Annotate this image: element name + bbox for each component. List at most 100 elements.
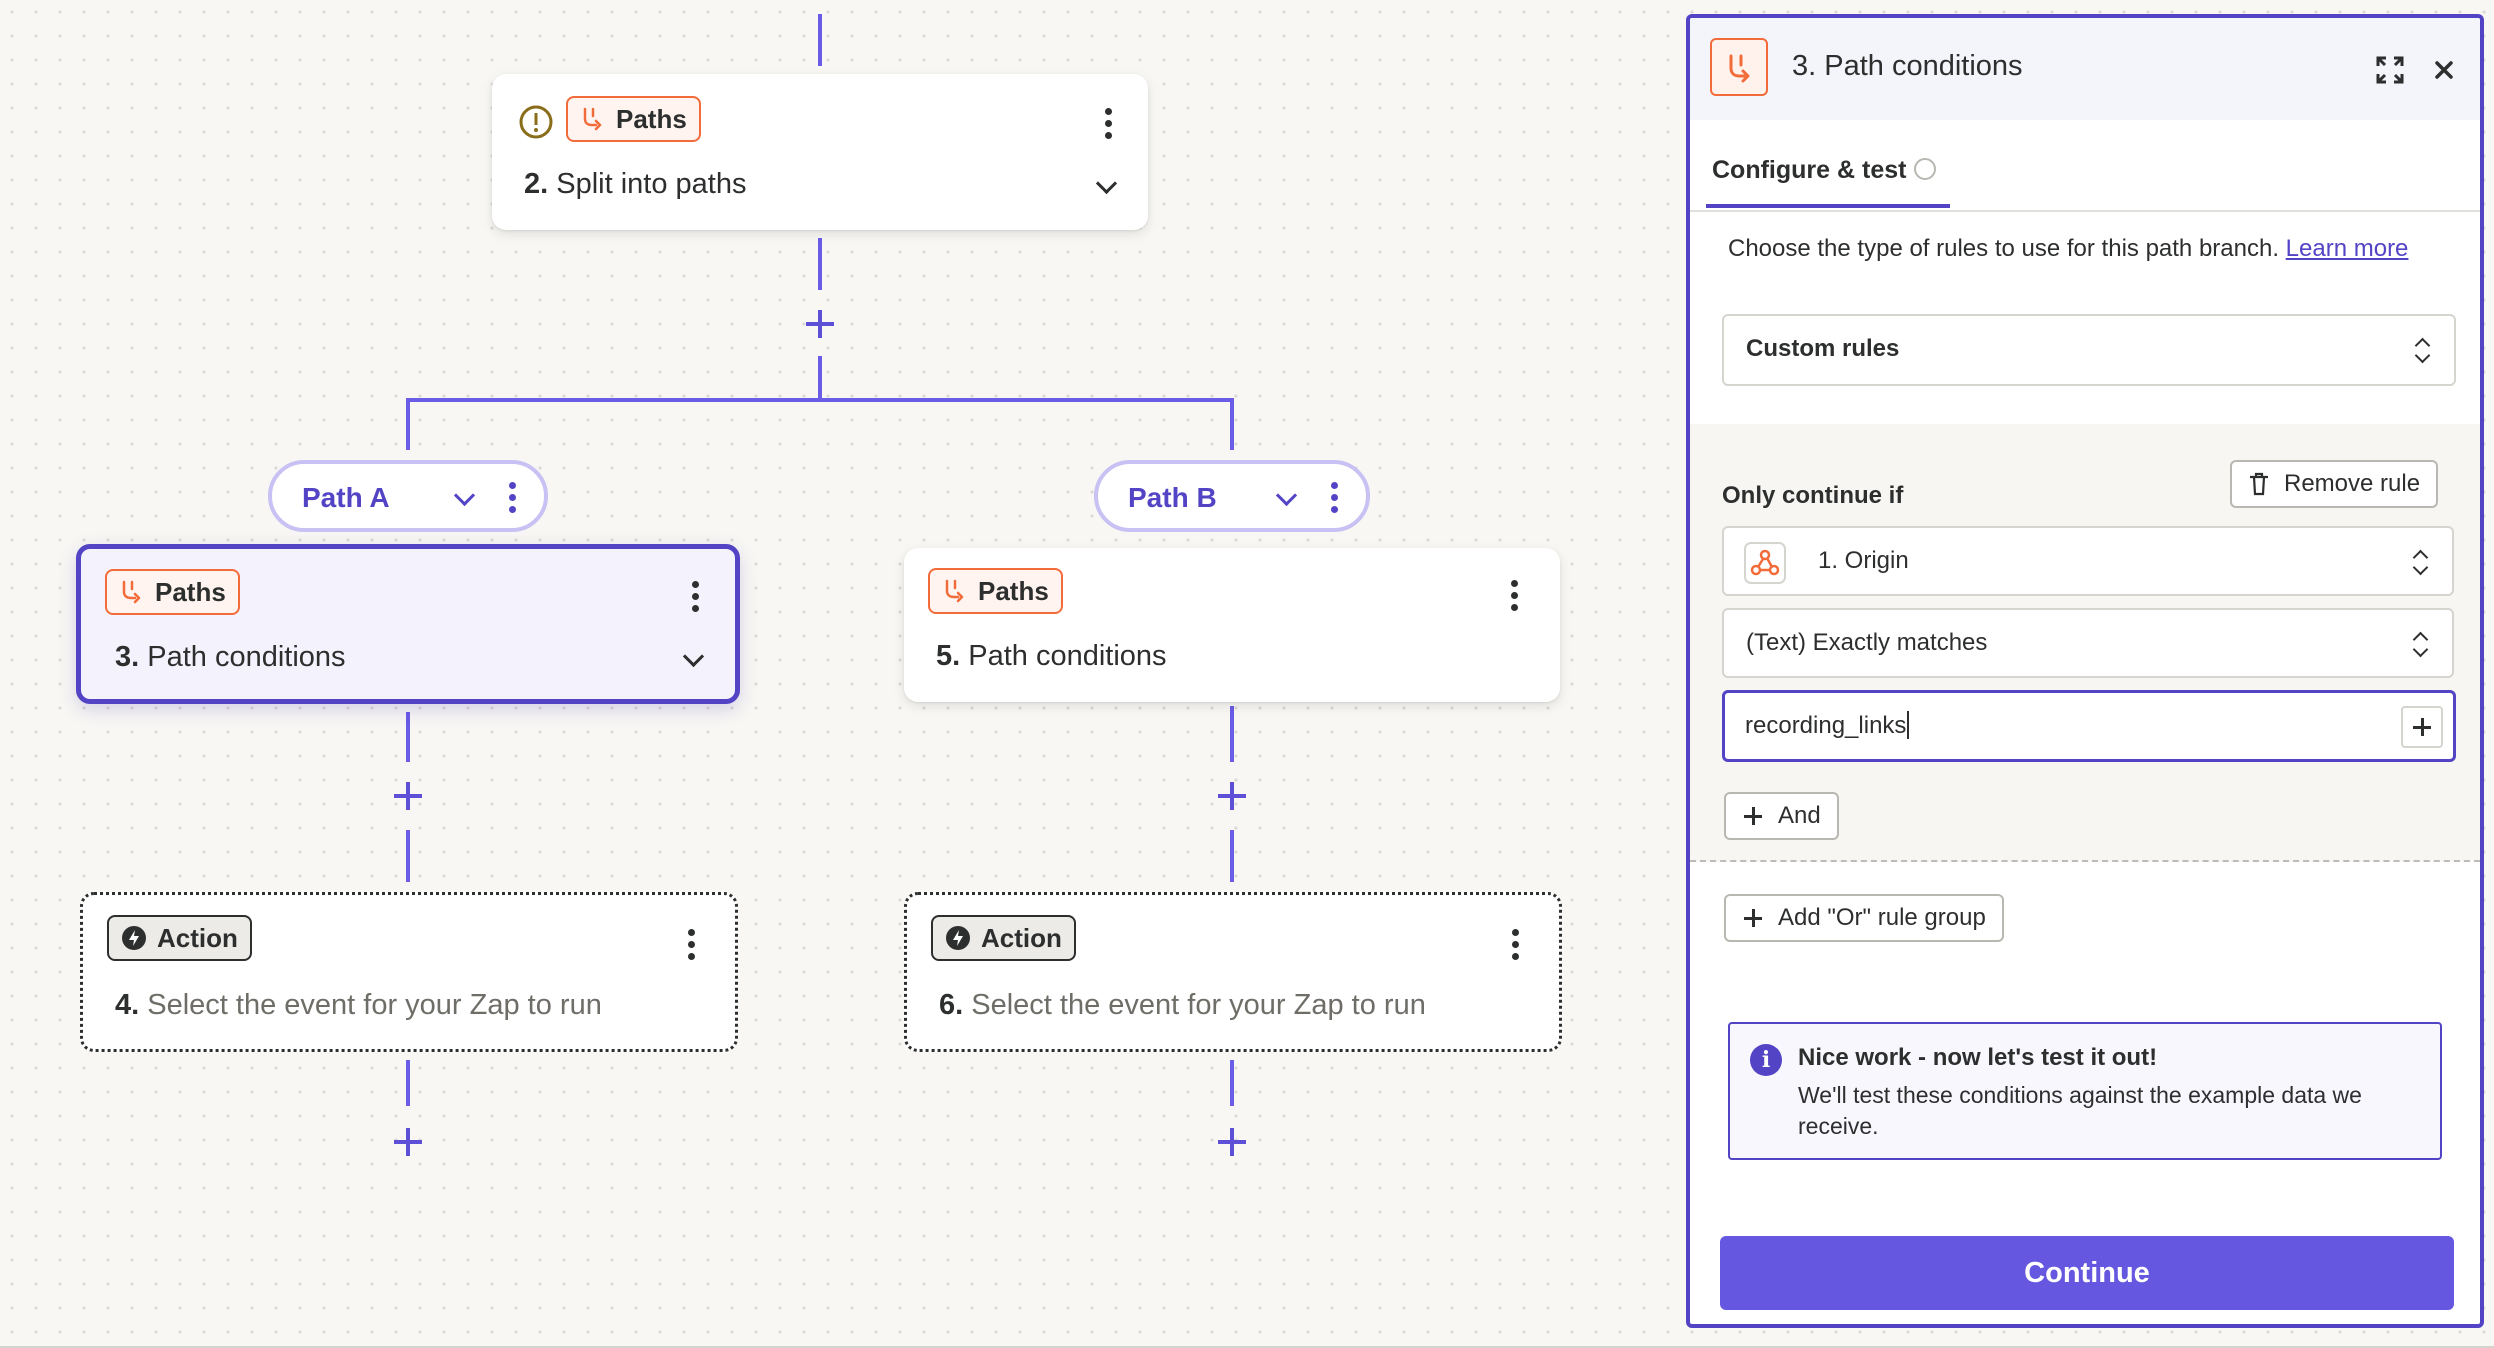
select-value: (Text) Exactly matches [1746, 629, 1988, 656]
plus-icon [1742, 805, 1764, 827]
add-step-plus-icon[interactable] [1212, 776, 1252, 816]
operator-select[interactable]: (Text) Exactly matches [1722, 608, 2454, 678]
connector-line [818, 14, 822, 66]
connector-line [406, 1060, 410, 1106]
step-card-path-b-conditions[interactable]: Paths 5. Path conditions [904, 548, 1560, 702]
connector-line [406, 712, 410, 762]
more-options-icon[interactable] [500, 478, 524, 518]
more-options-icon[interactable] [1502, 576, 1526, 616]
panel-header: 3. Path conditions [1690, 18, 2480, 120]
badge-label: Paths [978, 575, 1049, 606]
more-options-icon[interactable] [1503, 925, 1527, 965]
continue-button[interactable]: Continue [1720, 1236, 2454, 1310]
app-badge-paths: Paths [566, 96, 701, 142]
app-badge-paths: Paths [928, 568, 1063, 614]
connector-line [406, 398, 410, 450]
connector-line [1230, 830, 1234, 882]
paths-icon [945, 579, 964, 603]
chevron-updown-icon [2410, 548, 2430, 578]
add-step-plus-icon[interactable] [1212, 1122, 1252, 1162]
paths-app-icon [1710, 38, 1768, 96]
and-button[interactable]: And [1724, 792, 1839, 840]
step-editor-panel: 3. Path conditions Configure & test Choo… [1686, 14, 2484, 1328]
connector-line [1230, 1060, 1234, 1106]
value-input[interactable]: recording_links [1722, 690, 2456, 762]
info-icon: i [1750, 1044, 1782, 1076]
paths-icon [1729, 54, 1750, 83]
add-step-plus-icon[interactable] [388, 1122, 428, 1162]
trash-icon [2250, 472, 2268, 496]
add-step-plus-icon[interactable] [388, 776, 428, 816]
zap-canvas[interactable]: Paths 2. Split into paths Path A Path B … [0, 0, 1680, 1348]
input-value: recording_links [1745, 712, 1907, 739]
chevron-down-icon[interactable] [452, 486, 476, 510]
step-title: 5. Path conditions [936, 640, 1167, 672]
active-tab-indicator [1706, 204, 1950, 208]
path-label: Path A [302, 482, 390, 513]
info-callout: i Nice work - now let's test it out! We'… [1728, 1022, 2442, 1160]
chevron-down-icon[interactable] [681, 647, 705, 671]
chevron-down-icon[interactable] [1274, 486, 1298, 510]
warning-icon [519, 105, 553, 139]
step-title: 6. Select the event for your Zap to run [939, 989, 1426, 1021]
remove-rule-button[interactable]: Remove rule [2230, 460, 2439, 508]
chevron-updown-icon [2412, 336, 2432, 366]
rule-type-select[interactable]: Custom rules [1722, 314, 2456, 386]
branch-line [406, 398, 1234, 402]
plus-icon [1742, 907, 1764, 929]
panel-tabs: Configure & test [1690, 120, 2480, 212]
step-title: 3. Path conditions [115, 641, 346, 673]
learn-more-link[interactable]: Learn more [2286, 235, 2409, 262]
add-step-plus-icon[interactable] [800, 304, 840, 344]
path-label: Path B [1128, 482, 1217, 513]
app-badge-action: Action [107, 915, 252, 961]
info-body: We'll test these conditions against the … [1798, 1082, 2362, 1139]
badge-label: Action [981, 922, 1062, 953]
connector-line [1230, 706, 1234, 762]
only-continue-if-label: Only continue if [1722, 482, 1904, 509]
more-options-icon[interactable] [683, 577, 707, 617]
rule-group: Only continue if Remove rule 1. Origin (… [1690, 424, 2480, 862]
chevron-down-icon[interactable] [1094, 174, 1118, 198]
badge-label: Paths [155, 576, 226, 607]
rules-description: Choose the type of rules to use for this… [1728, 235, 2409, 262]
add-or-rule-group-button[interactable]: Add "Or" rule group [1724, 894, 2004, 942]
status-circle-icon [1914, 158, 1936, 180]
connector-line [406, 830, 410, 882]
expand-icon[interactable] [2370, 50, 2410, 90]
more-options-icon[interactable] [679, 925, 703, 965]
info-title: Nice work - now let's test it out! [1798, 1044, 2158, 1071]
connector-line [818, 356, 822, 400]
badge-label: Paths [616, 103, 687, 134]
step-title: 4. Select the event for your Zap to run [115, 989, 602, 1021]
path-b-pill[interactable]: Path B [1094, 460, 1370, 532]
step-card-action-4[interactable]: Action 4. Select the event for your Zap … [80, 892, 738, 1052]
select-value: Custom rules [1746, 335, 1900, 362]
chevron-updown-icon [2410, 630, 2430, 660]
lightning-icon [122, 926, 146, 950]
badge-label: Action [157, 922, 238, 953]
text-caret [1907, 711, 1910, 739]
paths-icon [122, 580, 141, 604]
app-badge-paths: Paths [105, 569, 240, 615]
connector-line [1230, 398, 1234, 450]
path-a-pill[interactable]: Path A [268, 460, 548, 532]
step-card-action-6[interactable]: Action 6. Select the event for your Zap … [904, 892, 1562, 1052]
plus-icon [2411, 716, 2433, 738]
insert-data-button[interactable] [2401, 706, 2443, 748]
step-card-path-a-conditions[interactable]: Paths 3. Path conditions [76, 544, 740, 704]
more-options-icon[interactable] [1096, 104, 1120, 144]
close-icon[interactable] [2424, 50, 2464, 90]
select-value: 1. Origin [1818, 547, 1909, 574]
lightning-icon [946, 926, 970, 950]
step-title: 2. Split into paths [524, 168, 747, 200]
step-card-split-into-paths[interactable]: Paths 2. Split into paths [492, 74, 1148, 230]
connector-line [818, 238, 822, 290]
field-select[interactable]: 1. Origin [1722, 526, 2454, 596]
tab-configure-test[interactable]: Configure & test [1712, 156, 1906, 185]
webhook-icon [1744, 542, 1786, 584]
panel-title: 3. Path conditions [1792, 50, 2023, 82]
more-options-icon[interactable] [1322, 478, 1346, 518]
app-badge-action: Action [931, 915, 1076, 961]
paths-icon [583, 107, 602, 131]
